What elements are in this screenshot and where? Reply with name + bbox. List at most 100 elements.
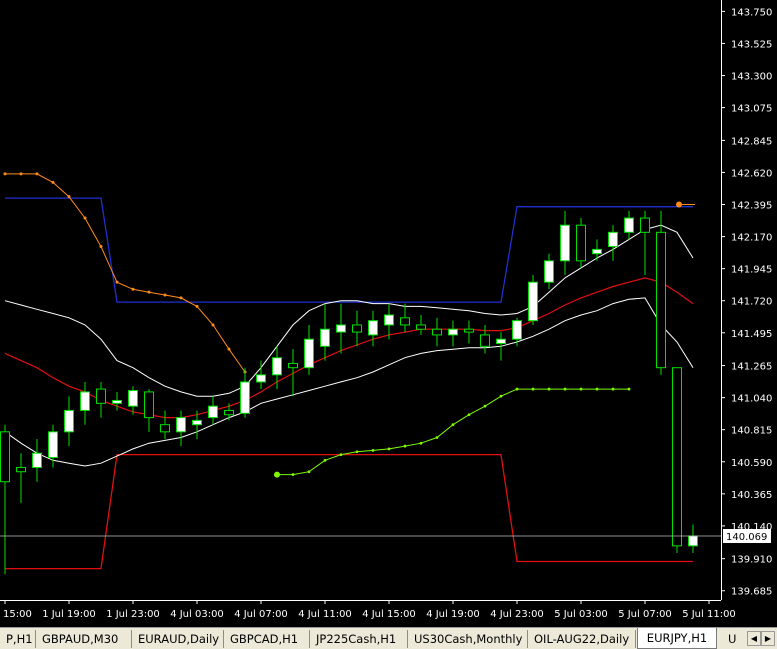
- price-tick-label: 139.685: [731, 587, 772, 598]
- sma-green-point: [435, 436, 439, 439]
- sma-green-point: [547, 387, 551, 391]
- candle-body: [112, 399, 122, 404]
- candle-body: [576, 224, 586, 262]
- tab-gbpcad-h1[interactable]: GBPCAD,H1: [224, 630, 310, 648]
- sma-green-point: [419, 441, 423, 445]
- time-tick-label: 5 Jul 03:00: [554, 609, 608, 620]
- price-tick-label: 141.945: [731, 265, 772, 276]
- sma-orange-point: [163, 293, 167, 297]
- candle-body: [32, 452, 42, 468]
- time-tick-label: 5 Jul 07:00: [618, 609, 672, 620]
- sma-green-point: [499, 394, 503, 398]
- sma-green-point: [579, 387, 583, 391]
- tab-gbpaud-m30[interactable]: GBPAUD,M30: [36, 630, 132, 648]
- time-tick-label: 1 Jul 19:00: [42, 609, 96, 620]
- sma-orange-point: [35, 172, 39, 176]
- time-tick-label: 4 Jul 03:00: [170, 609, 224, 620]
- candle-body: [288, 362, 298, 369]
- candle-body: [304, 338, 314, 369]
- tab-eurjpy-h1[interactable]: EURJPY,H1: [637, 628, 717, 649]
- chart-window: 143.750 143.525 143.300 143.075 142.845 142.6…: [0, 0, 777, 649]
- candle-body: [240, 381, 250, 414]
- sma-green-point: [355, 450, 359, 454]
- candle-body: [384, 314, 394, 326]
- sma-orange-point: [19, 172, 23, 176]
- sma-green-point: [371, 448, 375, 452]
- candle-body: [176, 417, 186, 433]
- candle-body: [96, 388, 106, 404]
- sma-orange-point: [131, 287, 135, 291]
- sma-green-point: [451, 423, 455, 427]
- price-tick-label: 139.910: [731, 555, 772, 566]
- price-tick-label: 140.365: [731, 490, 772, 501]
- candle-body: [448, 328, 458, 336]
- candle-body: [224, 409, 234, 416]
- tab-u[interactable]: U: [722, 630, 744, 648]
- candle-body: [608, 231, 618, 248]
- sma-green-point: [611, 387, 615, 391]
- time-tick-label: 4 Jul 23:00: [490, 609, 544, 620]
- price-tick-label: 141.495: [731, 329, 772, 340]
- candle-body: [512, 320, 522, 340]
- tab-scroll-left-icon[interactable]: ◀: [747, 631, 761, 646]
- candle-body: [480, 334, 490, 347]
- sma-green-point: [307, 470, 311, 474]
- sma-green-point: [339, 453, 343, 457]
- candle-body: [496, 338, 506, 344]
- candle-body: [560, 224, 570, 262]
- sma-orange-point: [3, 172, 7, 176]
- candle-body: [368, 320, 378, 336]
- current-price-label: 140.069: [726, 532, 767, 543]
- tab-oil-aug22-daily[interactable]: OIL-AUG22,Daily: [528, 630, 636, 648]
- sma-green-point: [515, 387, 519, 391]
- sma-orange-point: [51, 180, 55, 184]
- sma-green-point: [387, 447, 391, 451]
- sma-orange-point: [67, 195, 71, 199]
- price-tick-label: 143.750: [731, 7, 772, 18]
- candle-body: [128, 389, 138, 407]
- candle-body: [80, 391, 90, 411]
- candle-body: [656, 231, 666, 369]
- time-tick-label: 4 Jul 07:00: [234, 609, 288, 620]
- tab-jp225cash-h1[interactable]: JP225Cash,H1: [310, 630, 408, 648]
- price-tick-label: 141.040: [731, 394, 772, 405]
- sma-green-point: [563, 387, 567, 391]
- candle-body: [528, 281, 538, 322]
- candle-body: [672, 367, 682, 547]
- candle-body: [320, 328, 330, 347]
- candle-body: [624, 217, 634, 233]
- candle-body: [336, 324, 346, 333]
- candle-body: [192, 419, 202, 426]
- price-tick-label: 142.170: [731, 233, 772, 244]
- sma-green-point: [323, 458, 327, 462]
- price-tick-label: 143.300: [731, 72, 772, 83]
- candle-body: [208, 405, 218, 419]
- candle-body: [272, 357, 282, 376]
- candle-body: [64, 409, 74, 433]
- candle-body: [0, 431, 10, 483]
- sma-green-point: [627, 387, 631, 391]
- candle-body: [352, 324, 362, 333]
- candle-body: [592, 248, 602, 255]
- candle-body: [144, 391, 154, 419]
- tab-us30cash-monthly[interactable]: US30Cash,Monthly: [408, 630, 528, 648]
- sma-green-point: [595, 387, 599, 391]
- candle-body: [256, 374, 266, 383]
- sma-green-point: [531, 387, 535, 391]
- sma-orange-point: [195, 304, 199, 308]
- price-chart[interactable]: 143.750 143.525 143.300 143.075 142.845 142.6…: [0, 0, 777, 649]
- candle-body: [640, 217, 650, 233]
- tab-euraud-daily[interactable]: EURAUD,Daily: [132, 630, 224, 648]
- candle-body: [464, 328, 474, 333]
- price-tick-label: 142.620: [731, 168, 772, 179]
- time-tick-label: 1 Jul 15:00: [0, 609, 32, 620]
- time-tick-label: 1 Jul 23:00: [106, 609, 160, 620]
- sma-orange-point: [115, 280, 119, 284]
- tab-p-h1[interactable]: P,H1: [0, 630, 36, 648]
- sma-orange-point: [147, 290, 151, 294]
- tab-scroll-right-icon[interactable]: ▶: [761, 631, 775, 646]
- price-tick-label: 140.815: [731, 426, 772, 437]
- sma-green-point: [403, 444, 407, 448]
- sma-orange-point: [227, 347, 231, 351]
- price-tick-label: 143.075: [731, 104, 772, 115]
